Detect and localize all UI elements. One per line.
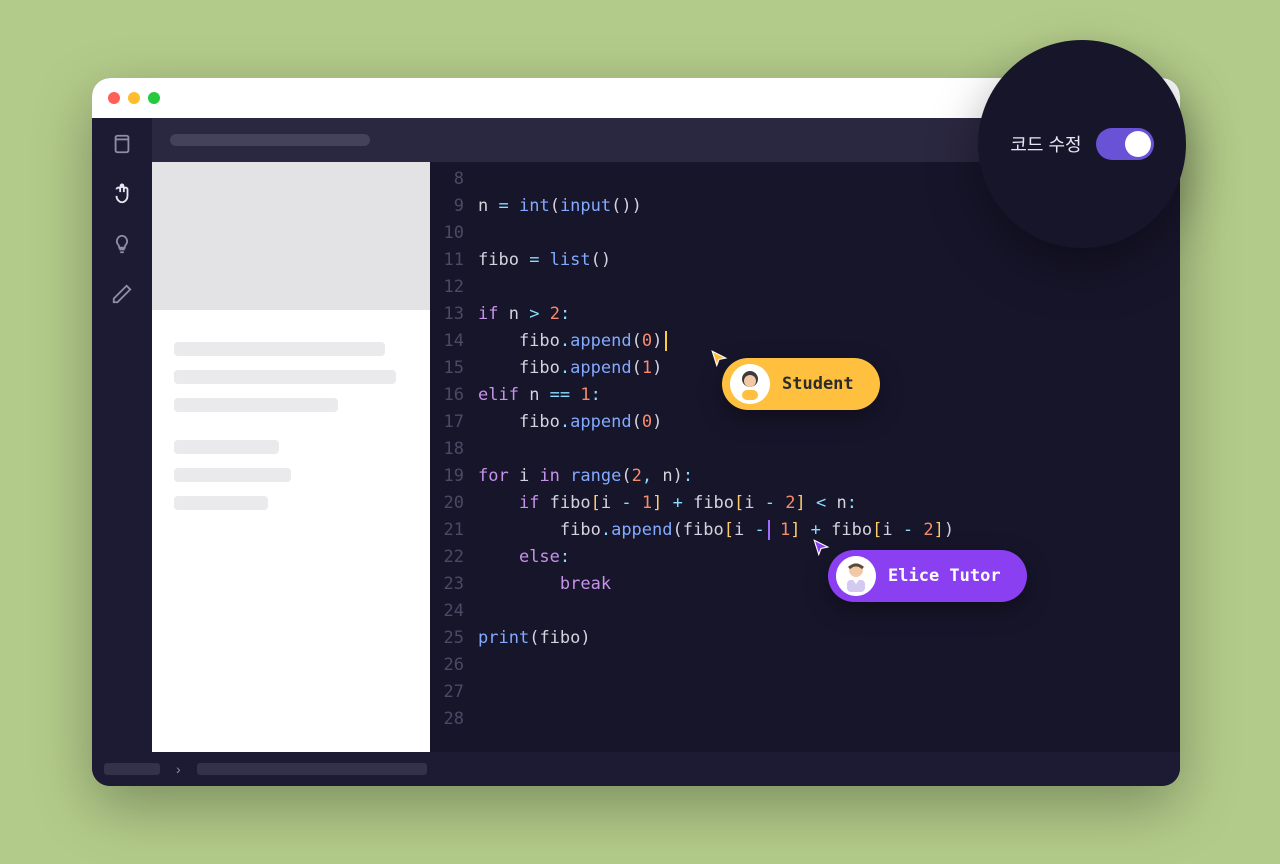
line-number: 18 [430, 436, 478, 463]
code-content[interactable]: print(fibo) [478, 625, 1180, 652]
line-number: 28 [430, 706, 478, 733]
panel-body [152, 310, 430, 752]
tab-placeholder [170, 134, 370, 146]
status-block-2 [197, 763, 427, 775]
code-content[interactable] [478, 436, 1180, 463]
code-content[interactable] [478, 679, 1180, 706]
line-number: 23 [430, 571, 478, 598]
bulb-icon[interactable] [110, 232, 134, 256]
line-number: 13 [430, 301, 478, 328]
code-content[interactable] [478, 274, 1180, 301]
line-number: 14 [430, 328, 478, 355]
code-line[interactable]: 22 else: [430, 544, 1180, 571]
sidebar [92, 118, 152, 752]
maximize-dot[interactable] [148, 92, 160, 104]
code-line[interactable]: 25print(fibo) [430, 625, 1180, 652]
line-number: 22 [430, 544, 478, 571]
text-caret [665, 331, 667, 351]
tutor-cursor-icon [812, 538, 830, 556]
code-content[interactable]: if n > 2: [478, 301, 1180, 328]
toggle-knob [1125, 131, 1151, 157]
hand-icon[interactable] [110, 182, 134, 206]
code-line[interactable]: 19for i in range(2, n): [430, 463, 1180, 490]
tutor-label: Elice Tutor [888, 563, 1001, 590]
close-dot[interactable] [108, 92, 120, 104]
line-number: 15 [430, 355, 478, 382]
code-line[interactable]: 13if n > 2: [430, 301, 1180, 328]
code-content[interactable]: fibo.append(0) [478, 328, 1180, 355]
student-avatar [730, 364, 770, 404]
code-editor[interactable]: 89n = int(input())1011fibo = list()1213i… [430, 162, 1180, 752]
code-line[interactable]: 27 [430, 679, 1180, 706]
student-cursor-icon [710, 349, 728, 367]
code-line[interactable]: 14 fibo.append(0) [430, 328, 1180, 355]
code-content[interactable]: fibo.append(0) [478, 409, 1180, 436]
code-line[interactable]: 21 fibo.append(fibo[i - 1] + fibo[i - 2]… [430, 517, 1180, 544]
instructions-panel [152, 162, 430, 752]
line-number: 12 [430, 274, 478, 301]
code-line[interactable]: 18 [430, 436, 1180, 463]
line-number: 10 [430, 220, 478, 247]
line-number: 20 [430, 490, 478, 517]
line-number: 16 [430, 382, 478, 409]
code-edit-toggle[interactable] [1096, 128, 1154, 160]
code-line[interactable]: 26 [430, 652, 1180, 679]
line-number: 26 [430, 652, 478, 679]
pencil-icon[interactable] [110, 282, 134, 306]
line-number: 9 [430, 193, 478, 220]
student-cursor-pill: Student [722, 358, 880, 410]
code-content[interactable]: for i in range(2, n): [478, 463, 1180, 490]
line-number: 27 [430, 679, 478, 706]
line-number: 19 [430, 463, 478, 490]
line-number: 11 [430, 247, 478, 274]
code-line[interactable]: 11fibo = list() [430, 247, 1180, 274]
chevron-right-icon[interactable]: › [170, 761, 187, 777]
code-line[interactable]: 23 break [430, 571, 1180, 598]
tutor-avatar [836, 556, 876, 596]
line-number: 24 [430, 598, 478, 625]
code-content[interactable]: if fibo[i - 1] + fibo[i - 2] < n: [478, 490, 1180, 517]
line-number: 17 [430, 409, 478, 436]
panel-header [152, 162, 430, 310]
code-line[interactable]: 17 fibo.append(0) [430, 409, 1180, 436]
line-number: 21 [430, 517, 478, 544]
code-edit-toggle-circle: 코드 수정 [978, 40, 1186, 248]
student-label: Student [782, 371, 854, 398]
code-content[interactable] [478, 652, 1180, 679]
status-block [104, 763, 160, 775]
code-line[interactable]: 12 [430, 274, 1180, 301]
code-line[interactable]: 28 [430, 706, 1180, 733]
code-line[interactable]: 20 if fibo[i - 1] + fibo[i - 2] < n: [430, 490, 1180, 517]
status-bar: › [92, 752, 1180, 786]
code-content[interactable] [478, 598, 1180, 625]
minimize-dot[interactable] [128, 92, 140, 104]
line-number: 25 [430, 625, 478, 652]
tutor-cursor-pill: Elice Tutor [828, 550, 1027, 602]
book-icon[interactable] [110, 132, 134, 156]
code-line[interactable]: 24 [430, 598, 1180, 625]
line-number: 8 [430, 166, 478, 193]
code-content[interactable]: fibo = list() [478, 247, 1180, 274]
code-content[interactable] [478, 706, 1180, 733]
code-edit-label: 코드 수정 [1010, 131, 1081, 157]
